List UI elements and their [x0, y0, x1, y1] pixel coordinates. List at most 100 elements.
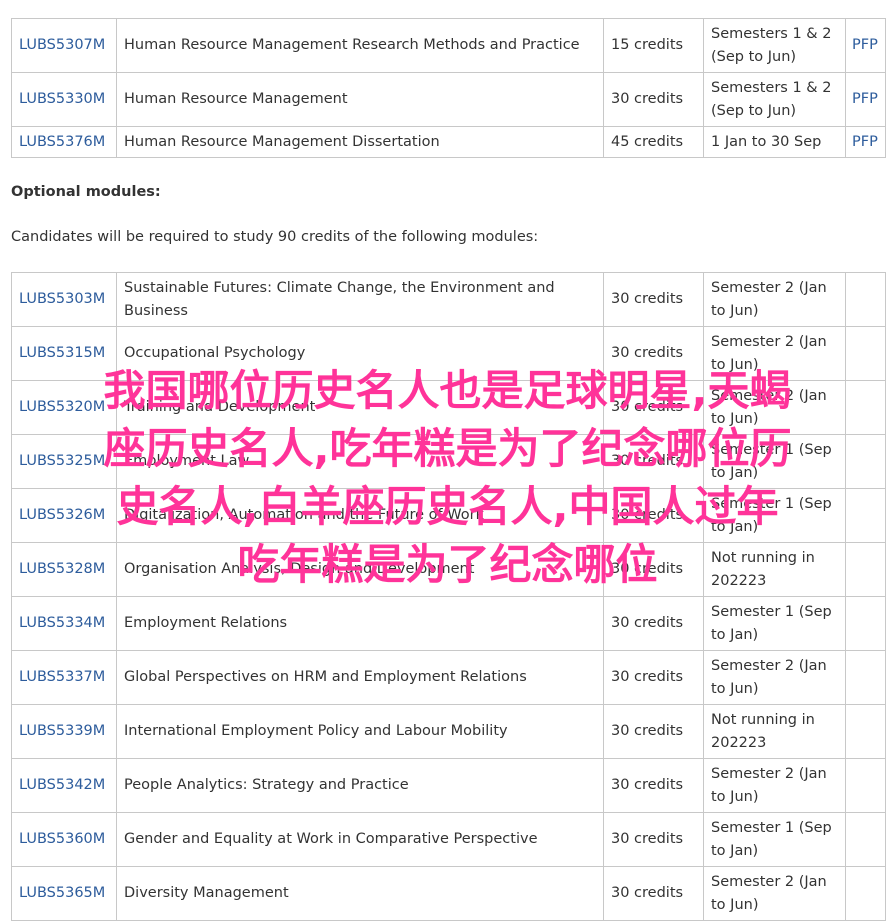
module-semester-cell: Not running in 202223: [703, 704, 846, 759]
module-code-cell: LUBS5320M: [11, 380, 117, 435]
module-credits-cell: 30 credits: [603, 272, 704, 327]
semester-line: to Jun): [711, 302, 759, 319]
semester-line: Semesters 1 & 2: [711, 79, 832, 96]
module-credits-cell: 30 credits: [603, 434, 704, 489]
optional-modules-intro: Candidates will be required to study 90 …: [11, 229, 539, 245]
module-credits-cell: 30 credits: [603, 380, 704, 435]
semester-line: Semester 2 (Jan: [711, 657, 827, 674]
module-credits-cell: 30 credits: [603, 704, 704, 759]
semester-line: Not running in: [711, 711, 815, 728]
module-semester-cell: Semester 2 (Jan to Jun): [703, 326, 846, 381]
semester-line: Semester 1 (Sep: [711, 603, 832, 620]
module-code-cell: LUBS5334M: [11, 596, 117, 651]
module-semester-cell: Semester 2 (Jan to Jun): [703, 650, 846, 705]
module-empty-cell: [845, 650, 886, 705]
module-credits-cell: 30 credits: [603, 72, 704, 127]
module-code-link[interactable]: LUBS5328M: [19, 561, 105, 577]
title-line: Business: [124, 302, 188, 319]
module-empty-cell: [845, 272, 886, 327]
module-title-cell: Occupational Psychology: [116, 326, 604, 381]
module-code-link[interactable]: LUBS5334M: [19, 615, 105, 631]
module-credits-cell: 30 credits: [603, 326, 704, 381]
module-code-cell: LUBS5328M: [11, 542, 117, 597]
title-line: Gender and Equality at Work in Comparati…: [124, 831, 538, 847]
core-modules-table: LUBS5307M Human Resource Management Resea…: [11, 18, 886, 158]
module-empty-cell: [845, 866, 886, 921]
module-title-cell: Human Resource Management Dissertation: [116, 126, 604, 158]
semester-line: to Jun): [711, 356, 759, 373]
module-code-link[interactable]: LUBS5325M: [19, 453, 105, 469]
module-empty-cell: [845, 380, 886, 435]
title-line: Employment Relations: [124, 615, 288, 631]
table-row: LUBS5339M International Employment Policy…: [11, 704, 886, 759]
table-row: LUBS5315M Occupational Psychology 30 credi…: [11, 326, 886, 381]
module-code-cell: LUBS5342M: [11, 758, 117, 813]
semester-line: 1 Jan to 30 Sep: [711, 133, 822, 150]
module-empty-cell: [845, 488, 886, 543]
semester-line: Semester 2 (Jan: [711, 279, 827, 296]
module-code-link[interactable]: LUBS5303M: [19, 291, 105, 307]
semester-line: (Sep to Jun): [711, 48, 797, 65]
module-code-cell: LUBS5365M: [11, 866, 117, 921]
semester-line: Semester 2 (Jan: [711, 333, 827, 350]
title-line: Global Perspectives on HRM and Employmen…: [124, 669, 527, 685]
module-code-cell: LUBS5326M: [11, 488, 117, 543]
module-empty-cell: [845, 434, 886, 489]
title-line: International Employment Policy and Labo…: [124, 723, 508, 739]
semester-line: Semester 2 (Jan: [711, 873, 827, 890]
optional-modules-table: LUBS5303M Sustainable Futures: Climate Ch…: [11, 272, 886, 921]
module-code-link[interactable]: LUBS5315M: [19, 345, 105, 361]
module-code-link[interactable]: LUBS5339M: [19, 723, 105, 739]
module-empty-cell: [845, 326, 886, 381]
module-code-link[interactable]: LUBS5320M: [19, 399, 105, 415]
title-line: Sustainable Futures: Climate Change, the…: [124, 279, 555, 296]
table-row: LUBS5325M Employment Law 30 credits Semeste…: [11, 434, 886, 489]
semester-line: 202223: [711, 572, 767, 589]
table-row: LUBS5342M People Analytics: Strategy and …: [11, 758, 886, 813]
module-code-link[interactable]: LUBS5337M: [19, 669, 105, 685]
title-line: Employment Law: [124, 453, 250, 469]
module-code-cell: LUBS5325M: [11, 434, 117, 489]
module-title-cell: Human Resource Management: [116, 72, 604, 127]
module-code-link[interactable]: LUBS5360M: [19, 831, 105, 847]
module-code-link[interactable]: LUBS5365M: [19, 885, 105, 901]
module-semester-cell: Semester 1 (Sep to Jan): [703, 434, 846, 489]
optional-modules-body: LUBS5303M Sustainable Futures: Climate Ch…: [11, 272, 886, 921]
module-empty-cell: [845, 812, 886, 867]
pfp-link[interactable]: PFP: [852, 91, 878, 107]
module-code-link[interactable]: LUBS5330M: [19, 91, 105, 107]
semester-line: Not running in: [711, 549, 815, 566]
module-credits-cell: 30 credits: [603, 650, 704, 705]
table-row: LUBS5365M Diversity Management 30 credits S…: [11, 866, 886, 921]
module-semester-cell: Semester 1 (Sep to Jan): [703, 596, 846, 651]
title-line: People Analytics: Strategy and Practice: [124, 777, 409, 793]
semester-line: to Jan): [711, 842, 759, 859]
module-title-cell: International Employment Policy and Labo…: [116, 704, 604, 759]
module-semester-cell: Semesters 1 & 2 (Sep to Jun): [703, 18, 846, 73]
module-semester-cell: Semester 1 (Sep to Jan): [703, 488, 846, 543]
module-semester-cell: Semester 1 (Sep to Jan): [703, 812, 846, 867]
module-semester-cell: Semester 2 (Jan to Jun): [703, 866, 846, 921]
module-credits-cell: 30 credits: [603, 488, 704, 543]
pfp-link[interactable]: PFP: [852, 37, 878, 53]
pfp-link[interactable]: PFP: [852, 134, 878, 150]
semester-line: Semester 2 (Jan: [711, 765, 827, 782]
module-semester-cell: Semester 2 (Jan to Jun): [703, 380, 846, 435]
semester-line: to Jan): [711, 626, 759, 643]
module-credits-cell: 30 credits: [603, 542, 704, 597]
core-modules-body: LUBS5307M Human Resource Management Resea…: [11, 18, 886, 158]
module-code-link[interactable]: LUBS5376M: [19, 134, 105, 150]
module-code-cell: LUBS5360M: [11, 812, 117, 867]
module-code-link[interactable]: LUBS5307M: [19, 37, 105, 53]
module-title-cell: Global Perspectives on HRM and Employmen…: [116, 650, 604, 705]
module-code-cell: LUBS5307M: [11, 18, 117, 73]
module-code-link[interactable]: LUBS5326M: [19, 507, 105, 523]
module-credits-cell: 30 credits: [603, 866, 704, 921]
module-semester-cell: Semester 2 (Jan to Jun): [703, 272, 846, 327]
module-title-cell: Human Resource Management Research Metho…: [116, 18, 604, 73]
semester-line: Semester 1 (Sep: [711, 495, 832, 512]
module-empty-cell: [845, 704, 886, 759]
module-code-cell: LUBS5315M: [11, 326, 117, 381]
module-code-link[interactable]: LUBS5342M: [19, 777, 105, 793]
module-code-cell: LUBS5337M: [11, 650, 117, 705]
